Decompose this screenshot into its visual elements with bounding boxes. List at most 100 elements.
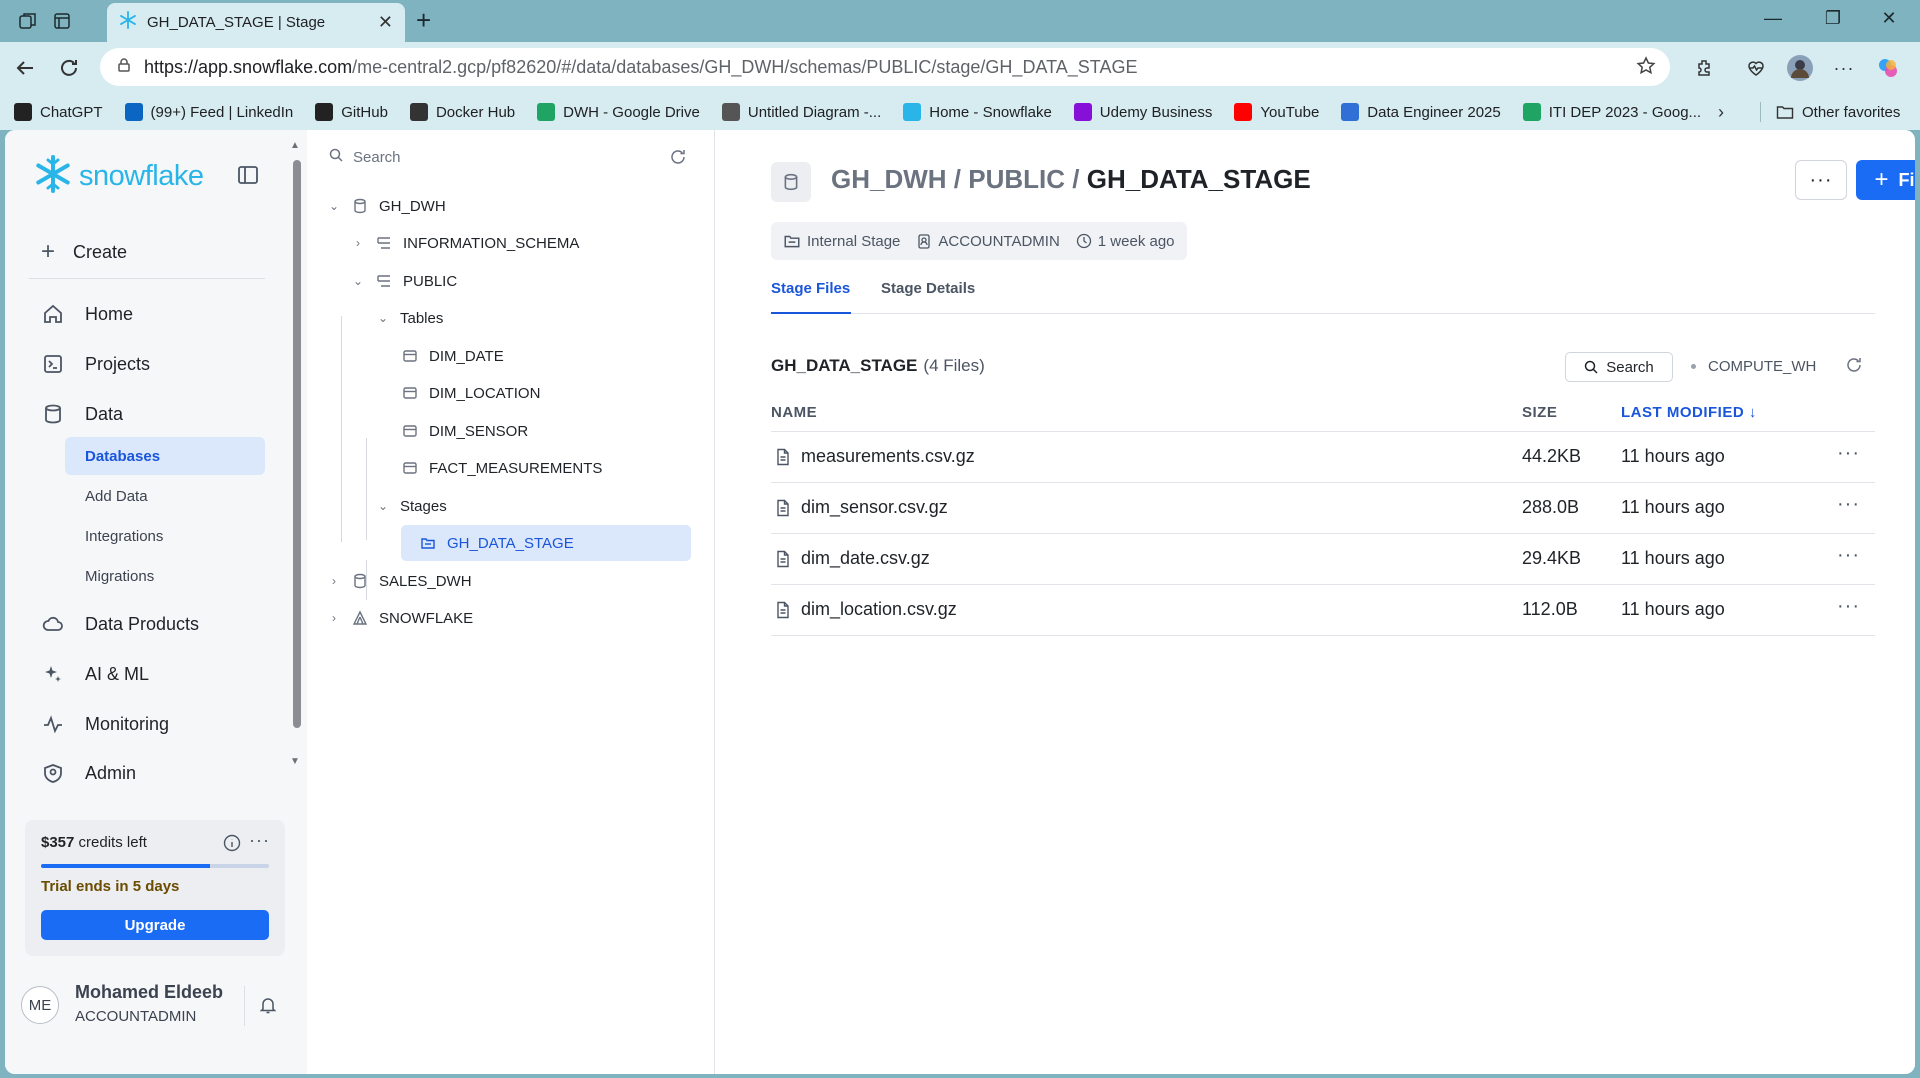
- snowflake-logo[interactable]: snowflake: [33, 154, 204, 199]
- info-icon[interactable]: [223, 834, 241, 857]
- copilot-icon[interactable]: [1874, 54, 1902, 82]
- workspaces-icon[interactable]: [16, 9, 40, 33]
- nav-item-ai-ml[interactable]: AI & ML: [41, 662, 149, 686]
- nav-item-admin[interactable]: Admin: [41, 761, 136, 785]
- add-files-button[interactable]: + Files: [1856, 160, 1915, 200]
- health-icon[interactable]: [1742, 54, 1770, 82]
- table-row[interactable]: dim_date.csv.gz 29.4KB 11 hours ago ···: [771, 534, 1875, 585]
- favorite-star-icon[interactable]: [1636, 56, 1656, 81]
- tree-node-fact-measurements[interactable]: FACT_MEASUREMENTS: [401, 450, 602, 486]
- extensions-icon[interactable]: [1690, 54, 1718, 82]
- chevron-down-icon[interactable]: ⌄: [327, 199, 341, 213]
- bookmark-item[interactable]: DWH - Google Drive: [537, 103, 700, 121]
- scroll-up-icon[interactable]: ▲: [290, 140, 300, 151]
- bookmark-item[interactable]: Untitled Diagram -...: [721, 103, 881, 121]
- column-header-name[interactable]: NAME: [771, 404, 817, 421]
- file-name[interactable]: dim_date.csv.gz: [801, 548, 930, 569]
- chevron-right-icon[interactable]: ›: [1718, 102, 1724, 123]
- nav-item-projects[interactable]: Projects: [41, 352, 150, 376]
- profile-avatar-icon[interactable]: [1786, 54, 1814, 82]
- scroll-down-icon[interactable]: ▼: [290, 756, 300, 767]
- warehouse-selector[interactable]: COMPUTE_WH: [1691, 358, 1816, 375]
- bookmark-item[interactable]: Home - Snowflake: [903, 103, 1052, 121]
- row-more-icon[interactable]: ···: [1837, 493, 1860, 516]
- tree-node-tables[interactable]: ⌄ Tables: [376, 300, 443, 336]
- tree-node-snowflake[interactable]: › SNOWFLAKE: [327, 600, 473, 636]
- sidebar-item-databases[interactable]: Databases: [65, 437, 265, 475]
- chevron-down-icon[interactable]: ⌄: [351, 274, 365, 288]
- bookmark-item[interactable]: Data Engineer 2025: [1341, 103, 1501, 121]
- tree-node-information-schema[interactable]: › INFORMATION_SCHEMA: [351, 225, 579, 261]
- browser-tab-active[interactable]: GH_DATA_STAGE | Stage ✕: [107, 3, 405, 42]
- nav-scroll-thumb[interactable]: [293, 160, 301, 728]
- file-name[interactable]: dim_sensor.csv.gz: [801, 497, 948, 518]
- table-row[interactable]: measurements.csv.gz 44.2KB 11 hours ago ···: [771, 432, 1875, 483]
- tree-node-dim-sensor[interactable]: DIM_SENSOR: [401, 413, 528, 449]
- tree-search-input[interactable]: Search: [329, 148, 401, 166]
- close-window-icon[interactable]: ✕: [1866, 8, 1912, 29]
- column-header-size[interactable]: SIZE: [1522, 404, 1557, 421]
- upgrade-button[interactable]: Upgrade: [41, 910, 269, 940]
- search-files-button[interactable]: Search: [1565, 352, 1673, 382]
- file-name[interactable]: dim_location.csv.gz: [801, 599, 957, 620]
- sidebar-item-integrations[interactable]: Integrations: [65, 517, 265, 555]
- url-input[interactable]: https://app.snowflake.com/me-central2.gc…: [100, 48, 1670, 86]
- bookmark-item[interactable]: Docker Hub: [409, 103, 515, 121]
- tree-node-dim-date[interactable]: DIM_DATE: [401, 338, 504, 374]
- minimize-icon[interactable]: —: [1750, 8, 1796, 29]
- reload-icon[interactable]: [56, 55, 82, 81]
- back-icon[interactable]: [12, 55, 38, 81]
- row-more-icon[interactable]: ···: [1837, 544, 1860, 567]
- bookmark-label: Home - Snowflake: [929, 103, 1052, 121]
- bookmark-item[interactable]: YouTube: [1234, 103, 1319, 121]
- bookmark-item[interactable]: GitHub: [315, 103, 388, 121]
- bookmark-item[interactable]: (99+) Feed | LinkedIn: [124, 103, 293, 121]
- bell-icon[interactable]: [259, 996, 277, 1019]
- more-menu-icon[interactable]: ···: [1830, 54, 1858, 82]
- chevron-right-icon[interactable]: ›: [351, 236, 365, 250]
- nav-item-home[interactable]: Home: [41, 302, 133, 326]
- tree-node-gh-dwh[interactable]: ⌄ GH_DWH: [327, 188, 446, 224]
- refresh-icon[interactable]: [1845, 356, 1863, 379]
- breadcrumb-database[interactable]: GH_DWH: [831, 164, 947, 194]
- tab-stage-details[interactable]: Stage Details: [881, 280, 975, 297]
- tree-node-dim-location[interactable]: DIM_LOCATION: [401, 375, 540, 411]
- new-tab-icon[interactable]: +: [416, 6, 431, 34]
- column-header-last-modified[interactable]: LAST MODIFIED ↓: [1621, 404, 1757, 421]
- refresh-icon[interactable]: [669, 148, 687, 171]
- row-more-icon[interactable]: ···: [1837, 442, 1860, 465]
- tree-node-public[interactable]: ⌄ PUBLIC: [351, 263, 457, 299]
- tab-actions-icon[interactable]: [50, 9, 74, 33]
- row-more-icon[interactable]: ···: [1837, 595, 1860, 618]
- chevron-right-icon[interactable]: ›: [327, 574, 341, 588]
- chevron-right-icon[interactable]: ›: [327, 611, 341, 625]
- table-row[interactable]: dim_sensor.csv.gz 288.0B 11 hours ago ···: [771, 483, 1875, 534]
- credits-more-icon[interactable]: ···: [249, 830, 270, 851]
- nav-item-data-products[interactable]: Data Products: [41, 612, 199, 636]
- restore-icon[interactable]: ❐: [1810, 8, 1856, 29]
- bookmark-item[interactable]: ChatGPT: [14, 103, 103, 121]
- tree-node-gh-data-stage[interactable]: GH_DATA_STAGE: [401, 525, 691, 561]
- bookmark-item[interactable]: Udemy Business: [1073, 103, 1212, 121]
- files-count: (4 Files): [923, 356, 985, 375]
- more-actions-button[interactable]: ···: [1795, 160, 1847, 200]
- nav-item-data[interactable]: Data: [41, 402, 123, 426]
- tree-node-sales-dwh[interactable]: › SALES_DWH: [327, 563, 472, 599]
- tree-node-stages[interactable]: ⌄ Stages: [376, 488, 447, 524]
- file-name[interactable]: measurements.csv.gz: [801, 446, 975, 467]
- create-button[interactable]: + Create: [41, 238, 127, 266]
- close-tab-icon[interactable]: ✕: [378, 12, 393, 33]
- nav-item-monitoring[interactable]: Monitoring: [41, 712, 169, 736]
- chevron-down-icon[interactable]: ⌄: [376, 499, 390, 513]
- other-favorites[interactable]: Other favorites: [1776, 94, 1900, 130]
- avatar[interactable]: ME: [21, 986, 59, 1024]
- table-row[interactable]: dim_location.csv.gz 112.0B 11 hours ago ···: [771, 585, 1875, 636]
- site-info-icon[interactable]: [116, 57, 132, 78]
- chevron-down-icon[interactable]: ⌄: [376, 311, 390, 325]
- breadcrumb-schema[interactable]: PUBLIC: [968, 164, 1065, 194]
- sidebar-item-migrations[interactable]: Migrations: [65, 557, 265, 595]
- bookmark-item[interactable]: ITI DEP 2023 - Goog...: [1522, 103, 1701, 121]
- sidebar-item-add-data[interactable]: Add Data: [65, 477, 265, 515]
- sidebar-toggle-icon[interactable]: [237, 164, 259, 191]
- tab-stage-files[interactable]: Stage Files: [771, 280, 850, 297]
